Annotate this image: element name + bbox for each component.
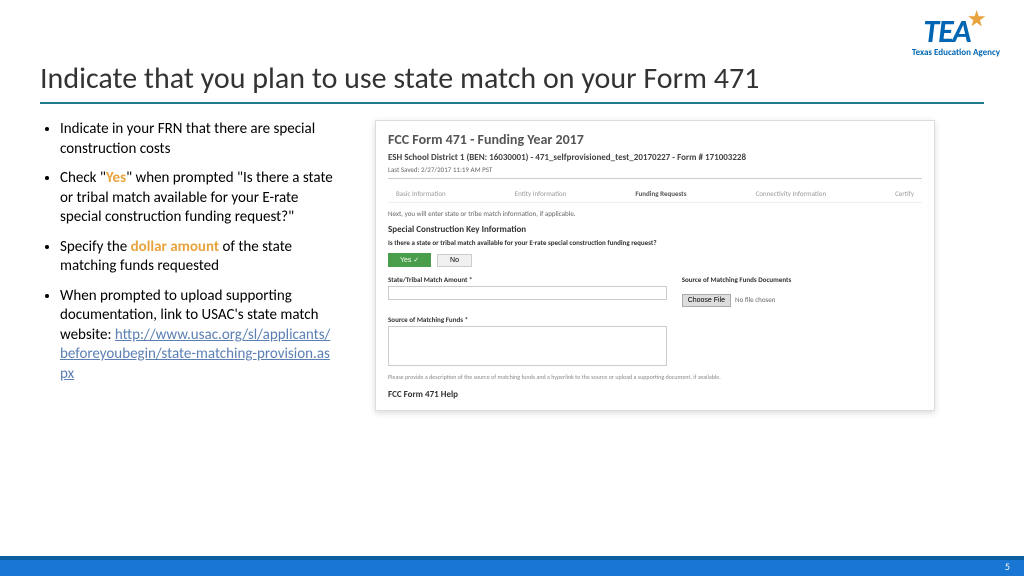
highlight-dollar: dollar amount [131,238,219,256]
no-file-text: No file chosen [735,295,775,304]
form-note: Next, you will enter state or tribe matc… [388,209,922,218]
title-divider [40,102,984,104]
bullet-2: Check "Yes" when prompted "Is there a st… [60,169,335,228]
bullet-4: When prompted to upload supporting docum… [60,287,335,385]
last-saved: Last Saved: 2/27/2017 11:19 AM PST [388,165,922,179]
source-textarea[interactable] [388,326,667,366]
logo-subtitle: Texas Education Agency [912,47,1000,58]
source-hint: Please provide a description of the sour… [388,373,922,381]
amount-input[interactable] [388,286,667,300]
tab-certify[interactable]: Certify [895,189,914,198]
form-tabs: Basic Information Entity Information Fun… [388,185,922,203]
tea-logo: TEA Texas Education Agency [912,12,1000,58]
highlight-yes: Yes [106,169,126,187]
no-button[interactable]: No [437,254,472,267]
form-subtitle: ESH School District 1 (BEN: 16030001) - … [388,152,922,163]
logo-text: TEA [923,12,970,51]
amount-label: State/Tribal Match Amount * [388,275,682,284]
tab-connectivity[interactable]: Connectivity Information [755,189,826,198]
content-area: Indicate in your FRN that there are spec… [40,120,935,411]
section-heading: Special Construction Key Information [388,224,922,235]
page-number: 5 [1005,560,1010,573]
bullet-list: Indicate in your FRN that there are spec… [40,120,335,411]
tab-funding[interactable]: Funding Requests [635,189,686,198]
tab-basic[interactable]: Basic Information [396,189,446,198]
bullet-1: Indicate in your FRN that there are spec… [60,120,335,159]
form-screenshot: FCC Form 471 - Funding Year 2017 ESH Sch… [375,120,935,411]
docs-label: Source of Matching Funds Documents [682,275,922,284]
yes-no-row: Yes ✓ No [388,253,922,267]
source-label: Source of Matching Funds * [388,315,682,324]
choose-file-button[interactable]: Choose File [682,294,731,307]
tab-entity[interactable]: Entity Information [515,189,567,198]
match-question: Is there a state or tribal match availab… [388,238,922,247]
footer-bar: 5 [0,556,1024,576]
bullet-3: Specify the dollar amount of the state m… [60,238,335,277]
form-title: FCC Form 471 - Funding Year 2017 [388,131,922,148]
slide-title: Indicate that you plan to use state matc… [40,60,759,97]
yes-button[interactable]: Yes ✓ [388,253,431,267]
help-heading: FCC Form 471 Help [388,389,922,400]
